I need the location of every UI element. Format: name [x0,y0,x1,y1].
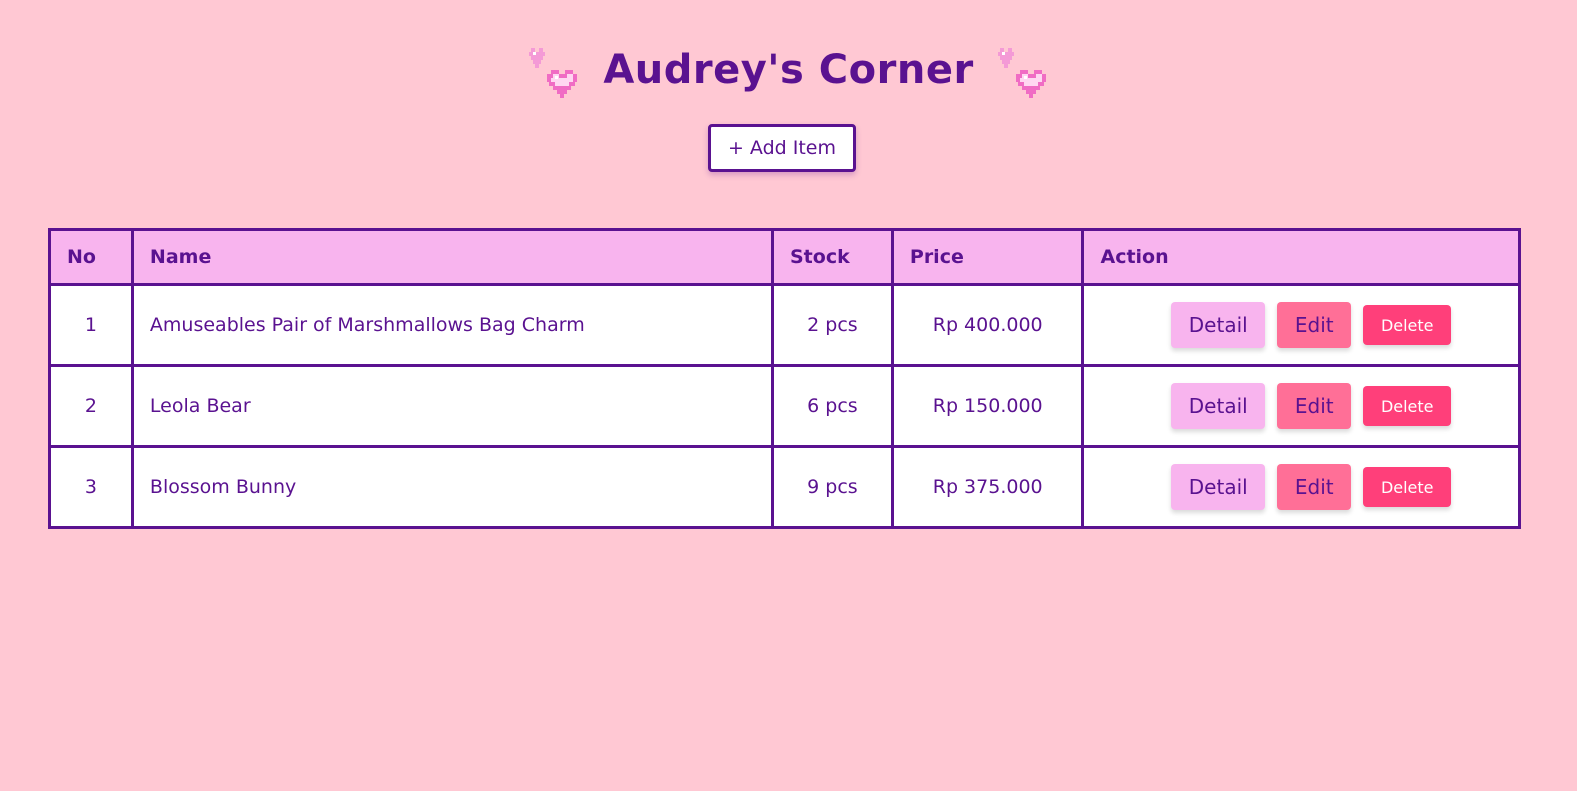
item-stock: 9 pcs [771,445,894,529]
page-title: Audrey's Corner [603,47,974,93]
item-stock: 6 pcs [771,364,894,448]
column-header-action: Action [1081,228,1521,286]
detail-button[interactable]: Detail [1171,302,1266,348]
row-actions: Detail Edit Delete [1081,283,1521,367]
column-header-no: No [48,228,134,286]
add-item-button[interactable]: + Add Item [708,124,856,172]
item-name: Leola Bear [130,364,775,448]
column-header-price: Price [890,228,1085,286]
page-header: Audrey's Corner [0,30,1577,110]
row-number: 3 [48,445,134,529]
pixel-hearts-icon [527,38,581,102]
row-number: 2 [48,364,134,448]
edit-button[interactable]: Edit [1277,464,1352,510]
delete-button[interactable]: Delete [1363,305,1452,345]
item-price: Rp 375.000 [890,445,1085,529]
edit-button[interactable]: Edit [1277,383,1352,429]
row-actions: Detail Edit Delete [1081,364,1521,448]
edit-button[interactable]: Edit [1277,302,1352,348]
delete-button[interactable]: Delete [1363,386,1452,426]
column-header-name: Name [130,228,775,286]
item-stock: 2 pcs [771,283,894,367]
item-name: Blossom Bunny [130,445,775,529]
row-actions: Detail Edit Delete [1081,445,1521,529]
item-name: Amuseables Pair of Marshmallows Bag Char… [130,283,775,367]
table-row: 3 Blossom Bunny 9 pcs Rp 375.000 Detail … [48,445,1521,529]
items-table: No Name Stock Price Action 1 Amuseables … [48,228,1521,529]
column-header-stock: Stock [771,228,894,286]
item-price: Rp 400.000 [890,283,1085,367]
row-number: 1 [48,283,134,367]
delete-button[interactable]: Delete [1363,467,1452,507]
item-price: Rp 150.000 [890,364,1085,448]
table-row: 1 Amuseables Pair of Marshmallows Bag Ch… [48,283,1521,367]
table-header-row: No Name Stock Price Action [48,228,1521,286]
pixel-hearts-icon [996,38,1050,102]
detail-button[interactable]: Detail [1171,464,1266,510]
table-row: 2 Leola Bear 6 pcs Rp 150.000 Detail Edi… [48,364,1521,448]
detail-button[interactable]: Detail [1171,383,1266,429]
